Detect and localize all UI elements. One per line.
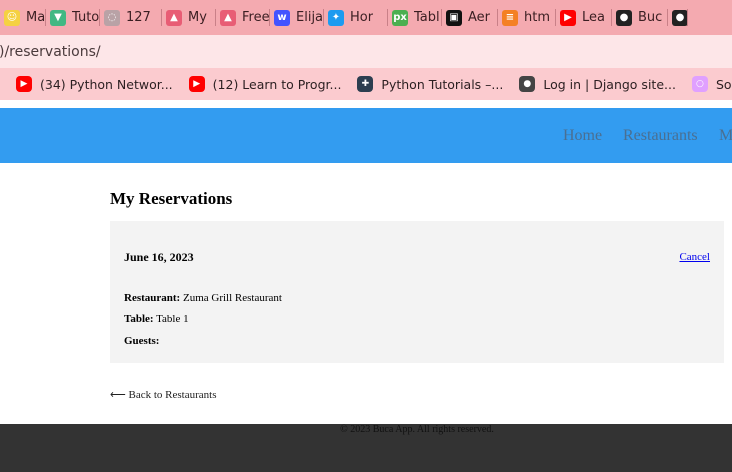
grid-logo-icon: ▣ [446,9,462,26]
nav-link-home[interactable]: Home [563,127,602,145]
browser-tab[interactable]: w Elija [270,0,324,35]
browser-tab-title: My [188,10,207,25]
browser-tab[interactable]: ▶ Lea [556,0,612,35]
mailchimp-icon: ☺ [4,9,20,26]
cancel-reservation-link[interactable]: Cancel [679,251,710,263]
youtube-icon: ▶ [560,9,576,26]
restaurant-detail: Restaurant: Zuma Grill Restaurant [124,292,282,304]
globe-icon: ● [672,9,688,26]
browser-tab-title: Tabl [414,10,440,25]
page-title: My Reservations [110,189,233,208]
browser-tab-title: Hor [350,10,374,25]
restaurant-label: Restaurant: [124,292,181,304]
solutions-ring-icon: ○ [691,76,708,92]
bookmark-title: Log in | Django site... [543,76,676,92]
youtube-icon: ▶ [16,76,32,92]
triangle-logo-icon: ▲ [220,9,236,26]
globe-icon: ● [519,76,536,92]
browser-tab[interactable]: ▲ Free [216,0,270,35]
back-to-restaurants-link[interactable]: ⟵ Back to Restaurants [110,388,217,401]
globe-loading-icon: ◌ [104,9,120,26]
guests-detail: Guests: [124,335,159,347]
stackoverflow-icon: ≡ [502,9,518,26]
bookmark-title: (34) Python Networ... [40,76,173,92]
browser-tab-title: Buc [638,10,663,25]
browser-tab[interactable]: ▲ My [162,0,216,35]
table-value: Table 1 [153,313,189,325]
browser-divider [0,100,732,108]
globe-icon: ● [616,9,632,26]
bookmark-item[interactable]: ● Log in | Django site... [519,76,676,92]
browser-tab[interactable]: ◌ 127 [100,0,162,35]
browser-tab-title: Elija [296,10,324,25]
url-text[interactable]: )/reservations/ [0,44,101,60]
reservation-date: June 16, 2023 [124,250,194,264]
table-label: Table: [124,313,154,325]
browser-tab[interactable]: ● [668,0,688,35]
site-navbar: Home Restaurants M [0,108,732,163]
bookmarks-bar: ▶ (34) Python Networ... ▶ (12) Learn to Pro… [0,68,732,100]
browser-tab[interactable]: ≡ htm [498,0,556,35]
python-tutorials-icon: ✚ [357,76,374,92]
nav-link-restaurants[interactable]: Restaurants [623,127,698,145]
browser-tab[interactable]: px Tabl [388,0,442,35]
browser-tab-title: htm [524,10,550,25]
triangle-logo-icon: ▲ [166,9,182,26]
bookmark-item[interactable]: ▶ (34) Python Networ... [16,76,173,92]
nav-link-my-reservations[interactable]: M [719,127,732,145]
browser-tab-title: Lea [582,10,605,25]
browser-tab-title: Mai [26,10,46,25]
guests-label: Guests: [124,335,160,347]
bookmark-title: Solutions [715,76,732,92]
pixel-icon: px [392,9,408,26]
twitter-icon: ✦ [328,9,344,26]
browser-tab[interactable]: ✦ Hor [324,0,388,35]
table-detail: Table: Table 1 [124,313,189,325]
reservation-card: June 16, 2023 Cancel Restaurant: Zuma Gr… [110,221,724,363]
bookmark-item[interactable]: ○ Solutions [691,76,732,92]
browser-tab-title: 127 [126,10,151,25]
site-footer: © 2023 Buca App. All rights reserved. [0,424,732,472]
bookmark-title: (12) Learn to Progr... [212,76,342,92]
browser-tab-title: Free [242,10,270,25]
browser-tab[interactable]: ● Buc [612,0,668,35]
restaurant-value: Zuma Grill Restaurant [180,292,282,304]
browser-tab[interactable]: ▼ Tuto [46,0,100,35]
browser-tab[interactable]: ▣ Aer [442,0,498,35]
browser-tab-title: Aer [468,10,491,25]
browser-tab-strip: ☺ Mai ▼ Tuto ◌ 127 ▲ My ▲ Freew Elija ✦ Hor px Tabl ▣ Ae… [0,0,732,35]
browser-tab[interactable]: ☺ Mai [0,0,46,35]
bookmark-item[interactable]: ▶ (12) Learn to Progr... [188,76,342,92]
bookmark-title: Python Tutorials –... [381,76,504,92]
youtube-icon: ▶ [188,76,205,92]
vue-icon: ▼ [50,9,66,26]
browser-tab-title: Tuto [72,10,100,25]
webflow-icon: w [274,9,290,26]
footer-copyright: © 2023 Buca App. All rights reserved. [340,424,494,435]
address-bar[interactable]: )/reservations/ [0,35,732,68]
bookmark-item[interactable]: ✚ Python Tutorials –... [357,76,503,92]
